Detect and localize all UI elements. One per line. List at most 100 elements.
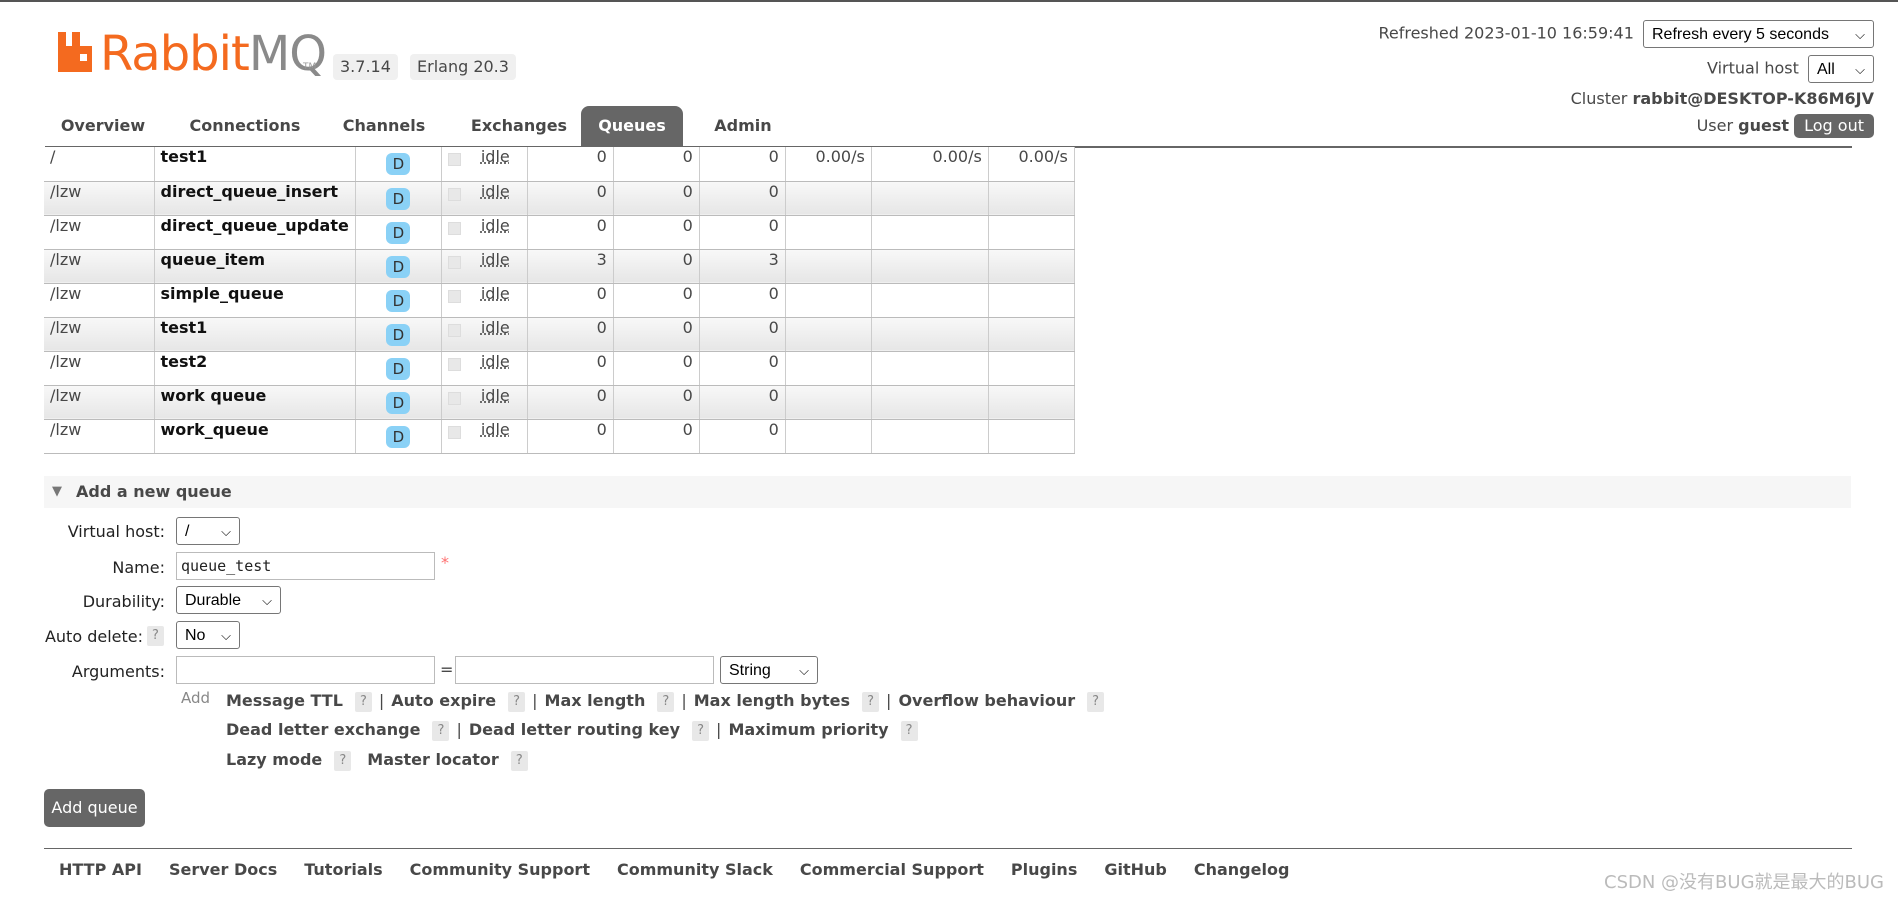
table-row[interactable]: /lzw work queue Didle 0 0 0 bbox=[44, 385, 1075, 420]
help-icon[interactable]: ? bbox=[657, 691, 675, 712]
rate-ack: 0.00/s bbox=[988, 147, 1075, 182]
tab-channels[interactable]: Channels bbox=[328, 106, 440, 146]
table-row[interactable]: /lzw test2 Didle 0 0 0 bbox=[44, 351, 1075, 386]
messages-unacked: 0 bbox=[613, 419, 700, 454]
queue-name-link[interactable]: test1 bbox=[154, 147, 356, 182]
rate-ack bbox=[988, 317, 1075, 352]
help-icon[interactable]: ? bbox=[510, 750, 528, 771]
messages-total: 0 bbox=[699, 283, 786, 318]
table-row[interactable]: /lzw work_queue Didle 0 0 0 bbox=[44, 419, 1075, 454]
queue-vhost: /lzw bbox=[44, 317, 155, 352]
tab-queues[interactable]: Queues bbox=[581, 106, 683, 146]
queue-name-link[interactable]: direct_queue_update bbox=[154, 215, 356, 250]
argument-value-input[interactable] bbox=[455, 656, 714, 684]
tab-connections[interactable]: Connections bbox=[175, 106, 315, 146]
state-indicator-icon bbox=[447, 391, 461, 405]
messages-ready: 0 bbox=[527, 181, 614, 216]
arg-lazy-mode-link[interactable]: Lazy mode bbox=[226, 750, 322, 769]
durable-flag: D bbox=[386, 357, 411, 380]
help-icon[interactable]: ? bbox=[508, 691, 526, 712]
add-queue-section-header[interactable]: ▼ Add a new queue bbox=[44, 476, 1851, 508]
arg-message-ttl-link[interactable]: Message TTL bbox=[226, 691, 343, 710]
footer-link-tutorials[interactable]: Tutorials bbox=[304, 860, 382, 879]
queue-state: idle bbox=[441, 351, 528, 386]
footer-link-changelog[interactable]: Changelog bbox=[1194, 860, 1290, 879]
arg-auto-expire-link[interactable]: Auto expire bbox=[391, 691, 496, 710]
queue-name-link[interactable]: direct_queue_insert bbox=[154, 181, 356, 216]
arg-max-length-bytes-link[interactable]: Max length bytes bbox=[694, 691, 850, 710]
help-icon[interactable]: ? bbox=[334, 750, 352, 771]
top-border bbox=[0, 0, 1898, 2]
vhost-label: Virtual host bbox=[1707, 58, 1799, 78]
rate-deliver bbox=[871, 181, 989, 216]
messages-total: 0 bbox=[699, 215, 786, 250]
state-text: idle bbox=[480, 351, 510, 371]
table-row[interactable]: /lzw direct_queue_update Didle 0 0 0 bbox=[44, 215, 1075, 250]
table-row[interactable]: / test1 Didle 0 0 0 0.00/s 0.00/s 0.00/s bbox=[44, 147, 1075, 182]
arg-dead-letter-routing-key-link[interactable]: Dead letter routing key bbox=[469, 720, 680, 739]
separator: | bbox=[532, 691, 538, 710]
help-icon[interactable]: ? bbox=[354, 691, 372, 712]
queue-name-link[interactable]: work_queue bbox=[154, 419, 356, 454]
queue-name-link[interactable]: test2 bbox=[154, 351, 356, 386]
footer-link-community-support[interactable]: Community Support bbox=[410, 860, 590, 879]
logout-button[interactable]: Log out bbox=[1794, 114, 1874, 138]
section-title: Add a new queue bbox=[76, 482, 232, 501]
tab-exchanges[interactable]: Exchanges bbox=[455, 106, 583, 146]
footer-divider bbox=[44, 848, 1852, 849]
footer-link-github[interactable]: GitHub bbox=[1104, 860, 1167, 879]
add-queue-button[interactable]: Add queue bbox=[44, 789, 145, 827]
arguments-field-label: Arguments: bbox=[71, 662, 165, 681]
queue-vhost: /lzw bbox=[44, 249, 155, 284]
autodelete-field-label: Auto delete: bbox=[44, 627, 143, 646]
tab-overview[interactable]: Overview bbox=[45, 106, 161, 146]
help-icon[interactable]: ? bbox=[1087, 691, 1105, 712]
queue-name-link[interactable]: queue_item bbox=[154, 249, 356, 284]
required-marker: * bbox=[441, 553, 449, 572]
queue-state: idle bbox=[441, 317, 528, 352]
footer-link-plugins[interactable]: Plugins bbox=[1011, 860, 1077, 879]
queue-name-input[interactable]: queue_test bbox=[176, 552, 435, 580]
refresh-interval-select[interactable]: Refresh every 5 seconds ⌵ bbox=[1643, 20, 1874, 48]
rate-deliver: 0.00/s bbox=[871, 147, 989, 182]
queues-table: / test1 Didle 0 0 0 0.00/s 0.00/s 0.00/s/lzw dire… bbox=[44, 147, 1075, 454]
name-field-label: Name: bbox=[112, 558, 165, 577]
help-icon[interactable]: ? bbox=[900, 720, 918, 741]
table-row[interactable]: /lzw test1 Didle 0 0 0 bbox=[44, 317, 1075, 352]
table-row[interactable]: /lzw direct_queue_insert Didle 0 0 0 bbox=[44, 181, 1075, 216]
queue-name-link[interactable]: work queue bbox=[154, 385, 356, 420]
chevron-down-icon: ⌵ bbox=[1855, 27, 1865, 42]
queue-features: D bbox=[355, 215, 442, 250]
argument-type-select[interactable]: String ⌵ bbox=[720, 656, 818, 684]
user-name: guest bbox=[1738, 116, 1790, 135]
vhost-select[interactable]: All ⌵ bbox=[1808, 55, 1874, 83]
arg-maximum-priority-link[interactable]: Maximum priority bbox=[728, 720, 888, 739]
tab-admin[interactable]: Admin bbox=[695, 106, 791, 146]
logo-wordmark[interactable]: RabbitMQ bbox=[100, 26, 327, 82]
argument-key-input[interactable] bbox=[176, 656, 435, 684]
arg-max-length-link[interactable]: Max length bbox=[545, 691, 646, 710]
arg-dead-letter-exchange-link[interactable]: Dead letter exchange bbox=[226, 720, 420, 739]
queue-features: D bbox=[355, 147, 442, 182]
chevron-down-icon: ⌵ bbox=[262, 593, 272, 608]
footer-link-server-docs[interactable]: Server Docs bbox=[169, 860, 277, 879]
autodelete-select[interactable]: No ⌵ bbox=[176, 621, 240, 649]
help-icon[interactable]: ? bbox=[862, 691, 880, 712]
help-icon[interactable]: ? bbox=[692, 720, 710, 741]
footer-link-community-slack[interactable]: Community Slack bbox=[617, 860, 773, 879]
help-icon[interactable]: ? bbox=[432, 720, 450, 741]
durability-select[interactable]: Durable ⌵ bbox=[176, 586, 281, 614]
autodelete-help-icon[interactable]: ? bbox=[147, 626, 164, 646]
queue-name-link[interactable]: simple_queue bbox=[154, 283, 356, 318]
queue-name-link[interactable]: test1 bbox=[154, 317, 356, 352]
footer-link-commercial-support[interactable]: Commercial Support bbox=[800, 860, 984, 879]
queue-state: idle bbox=[441, 419, 528, 454]
arg-master-locator-link[interactable]: Master locator bbox=[367, 750, 499, 769]
table-row[interactable]: /lzw queue_item Didle 3 0 3 bbox=[44, 249, 1075, 284]
messages-unacked: 0 bbox=[613, 351, 700, 386]
arg-overflow-behaviour-link[interactable]: Overflow behaviour bbox=[898, 691, 1075, 710]
table-row[interactable]: /lzw simple_queue Didle 0 0 0 bbox=[44, 283, 1075, 318]
footer-link-http-api[interactable]: HTTP API bbox=[59, 860, 142, 879]
chevron-down-icon: ⌵ bbox=[221, 524, 231, 539]
vhost-field-select[interactable]: / ⌵ bbox=[176, 517, 240, 545]
